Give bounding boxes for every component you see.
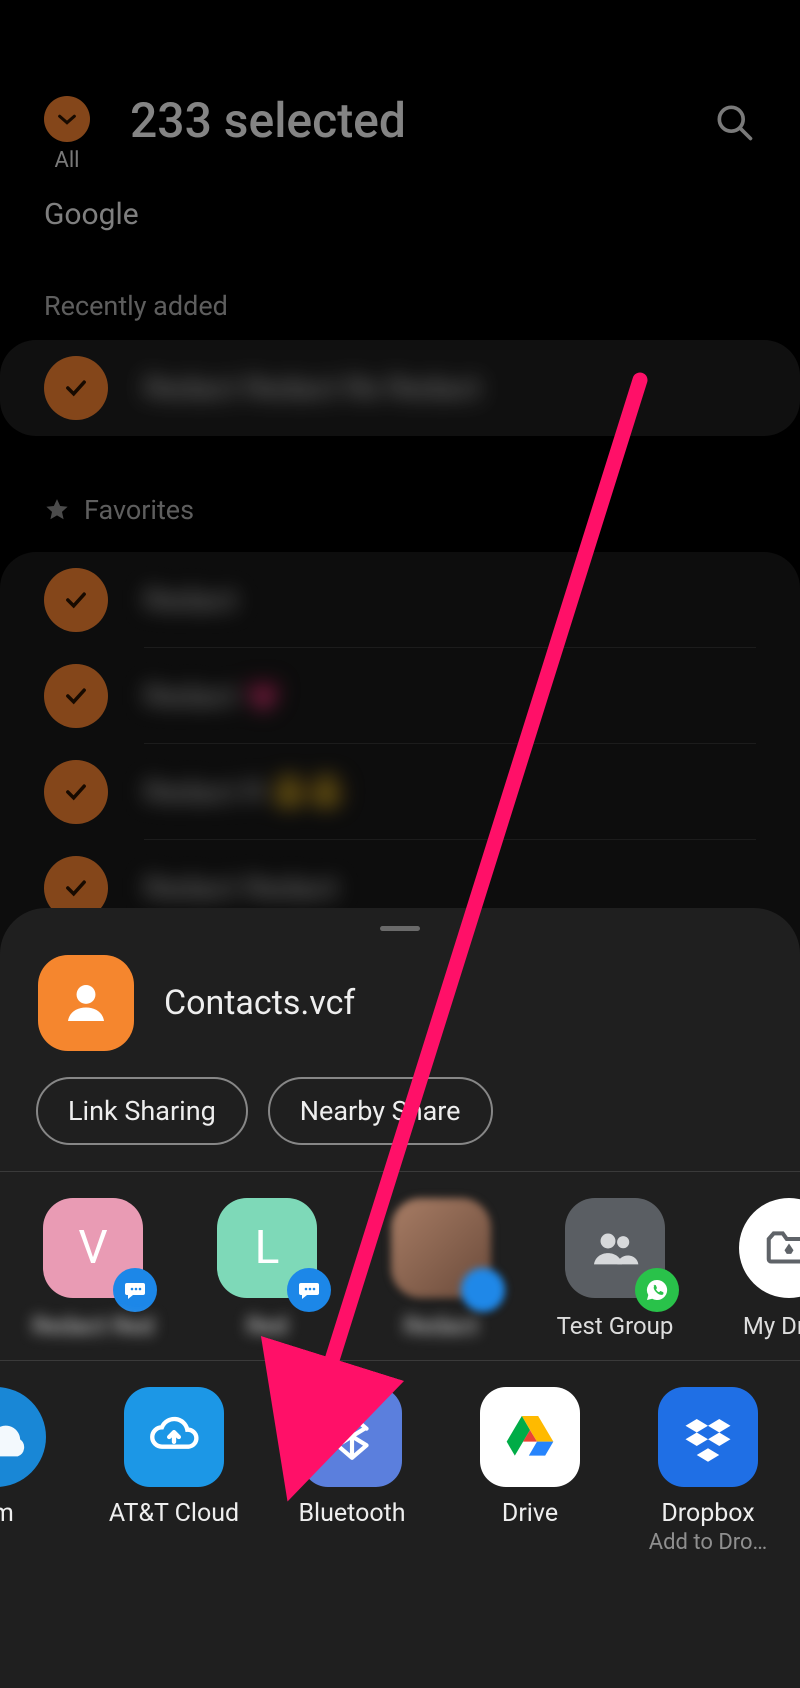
- link-sharing-chip[interactable]: Link Sharing: [36, 1077, 248, 1145]
- shared-file-name: Contacts.vcf: [164, 983, 355, 1023]
- account-row: Google: [0, 173, 800, 232]
- share-app-label: am: [0, 1499, 14, 1528]
- shared-file-row: Contacts.vcf: [0, 945, 800, 1077]
- messages-badge-icon: [113, 1268, 157, 1312]
- contacts-file-icon: [38, 955, 134, 1051]
- contact-name-redacted: Redact Redact: [144, 871, 338, 906]
- contact-name-redacted: Redact Redact Re Redact: [144, 371, 480, 406]
- contact-row[interactable]: Redact R 😎😎: [0, 744, 800, 840]
- share-targets-row[interactable]: V Redact Red L Red Redact: [0, 1172, 800, 1360]
- share-target-label-redacted: Redact: [404, 1312, 479, 1340]
- app-badge-icon: [461, 1268, 505, 1312]
- account-email-redacted: [149, 200, 409, 230]
- share-target-label: Test Group: [557, 1312, 674, 1340]
- share-target-label-redacted: Red: [246, 1312, 287, 1340]
- star-icon: [44, 497, 70, 523]
- recent-card: Redact Redact Re Redact: [0, 340, 800, 436]
- share-apps-row[interactable]: am AT&T Cloud Bluetooth Drive Dropbox Ad…: [0, 1361, 800, 1567]
- section-favorites: Favorites: [0, 436, 800, 544]
- select-all-label: All: [54, 148, 79, 173]
- share-app-label: Drive: [502, 1499, 558, 1528]
- share-app-sublabel: Add to Dro…: [649, 1530, 768, 1555]
- select-all-circle: [44, 96, 90, 142]
- selection-count-title: 233 selected: [130, 92, 712, 149]
- drag-handle[interactable]: [380, 926, 420, 931]
- select-all-toggle[interactable]: All: [44, 96, 90, 173]
- chevron-down-icon: [56, 108, 78, 130]
- share-app-label: Bluetooth: [298, 1499, 405, 1528]
- favorites-label: Favorites: [84, 494, 194, 526]
- share-app-drive[interactable]: Drive: [460, 1387, 600, 1555]
- contact-name-redacted: Redact: [144, 583, 237, 618]
- share-app-label: AT&T Cloud: [109, 1499, 239, 1528]
- share-sheet[interactable]: Contacts.vcf Link Sharing Nearby Share V…: [0, 908, 800, 1688]
- search-icon[interactable]: [712, 100, 756, 144]
- share-target-label-redacted: Redact Red: [32, 1312, 154, 1340]
- contact-row[interactable]: Redact Redact Re Redact: [0, 340, 800, 436]
- share-target-test-group[interactable]: Test Group: [550, 1198, 680, 1340]
- share-target-label: My Drive: [743, 1312, 800, 1340]
- share-app-label: Dropbox: [661, 1499, 754, 1528]
- share-app-bluetooth[interactable]: Bluetooth: [282, 1387, 422, 1555]
- share-target-contact[interactable]: Redact: [376, 1198, 506, 1340]
- share-target-contact[interactable]: V Redact Red: [28, 1198, 158, 1340]
- messages-badge-icon: [287, 1268, 331, 1312]
- contact-name-redacted: Redact R 😎😎: [144, 775, 345, 810]
- contact-name-redacted: Redact 💗: [144, 679, 282, 714]
- contact-row[interactable]: Redact 💗: [0, 648, 800, 744]
- section-recently-added: Recently added: [0, 232, 800, 340]
- checkmark-icon: [62, 874, 90, 902]
- checkmark-icon: [62, 374, 90, 402]
- account-provider: Google: [44, 197, 139, 232]
- share-app-att-cloud[interactable]: AT&T Cloud: [104, 1387, 244, 1555]
- share-target-contact[interactable]: L Red: [202, 1198, 332, 1340]
- contact-row[interactable]: Redact: [0, 552, 800, 648]
- checkmark-icon: [62, 682, 90, 710]
- checkmark-icon: [62, 586, 90, 614]
- share-target-my-drive[interactable]: My Drive: [724, 1198, 800, 1340]
- checkmark-icon: [62, 778, 90, 806]
- nearby-share-chip[interactable]: Nearby Share: [268, 1077, 493, 1145]
- share-mode-chips: Link Sharing Nearby Share: [0, 1077, 800, 1171]
- share-app-dropbox[interactable]: Dropbox Add to Dro…: [638, 1387, 778, 1555]
- share-app-partial[interactable]: am: [0, 1387, 66, 1555]
- whatsapp-badge-icon: [635, 1268, 679, 1312]
